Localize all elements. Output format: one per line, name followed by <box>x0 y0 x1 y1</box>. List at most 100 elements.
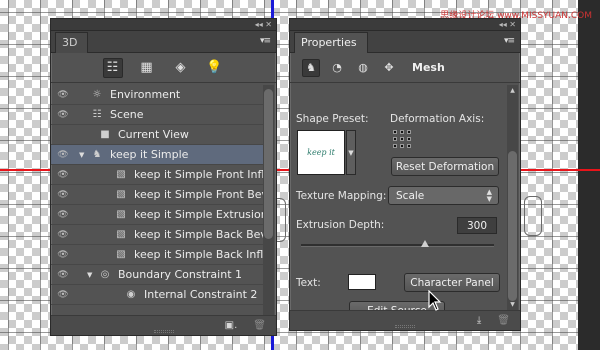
texture-mapping-value: Scale <box>396 189 425 202</box>
scene-item-icon: ▧ <box>116 209 126 220</box>
canvas-shape-outline <box>524 196 542 236</box>
shape-preset-thumbnail[interactable]: keep it <box>297 130 345 175</box>
panel-tabbar: 3D ▾≡ <box>51 31 276 53</box>
deform-mode-icon[interactable]: ◔ <box>328 59 346 77</box>
visibility-eye-icon[interactable]: 👁 <box>51 190 75 200</box>
scene-item-icon: ☷ <box>92 109 102 120</box>
scene-row[interactable]: 👁 ◉ Internal Constraint 2 <box>51 285 263 305</box>
scene-row[interactable]: 👁 ☼ Environment <box>51 85 263 105</box>
expand-triangle-icon[interactable]: ▼ <box>79 151 89 159</box>
collapse-close-controls[interactable]: ◂◂ ✕ <box>499 20 516 29</box>
scene-row[interactable]: 👁 ■ Current View <box>51 125 263 145</box>
material-filter-icon[interactable]: ◈ <box>171 58 191 78</box>
visibility-eye-icon[interactable]: 👁 <box>51 170 75 180</box>
panel-menu-icon[interactable]: ▾≡ <box>260 36 271 46</box>
light-filter-icon[interactable]: 💡 <box>205 58 225 78</box>
scene-filter-icon[interactable]: ☷ <box>102 57 123 78</box>
extrusion-depth-slider[interactable] <box>301 240 494 247</box>
scene-item-icon: ■ <box>100 129 110 140</box>
collapse-close-controls[interactable]: ◂◂ ✕ <box>255 20 272 29</box>
extrusion-depth-label: Extrusion Depth: <box>296 219 385 231</box>
visibility-eye-icon[interactable]: 👁 <box>51 270 75 280</box>
extrusion-depth-input[interactable]: 300 <box>457 217 497 234</box>
scene-row-label: Boundary Constraint 1 <box>118 268 242 281</box>
grid-line <box>8 0 9 350</box>
panel-properties: ◂◂ ✕ Properties ▾≡ ♞ ◔ ◍ ✥ Mesh Shape Pr… <box>289 18 521 331</box>
deformation-axis-widget[interactable] <box>393 130 411 148</box>
scene-item-icon: ▧ <box>116 189 126 200</box>
panel-topbar: ◂◂ ✕ <box>51 19 276 31</box>
coordinates-mode-icon[interactable]: ✥ <box>380 59 398 77</box>
panel-footer: ⤓ 🗑 <box>290 310 520 330</box>
shape-preset-dropdown-arrow-icon[interactable]: ▼ <box>346 130 356 175</box>
properties-mode-toolbar: ♞ ◔ ◍ ✥ Mesh <box>290 53 520 83</box>
deformation-axis-label: Deformation Axis: <box>390 113 485 125</box>
panel-tabbar: Properties ▾≡ <box>290 31 520 53</box>
mesh-properties: Shape Preset: Deformation Axis: keep it … <box>290 85 508 320</box>
visibility-eye-icon[interactable]: 👁 <box>51 290 75 300</box>
render-icon[interactable]: ⤓ <box>477 315 481 326</box>
new-light-icon[interactable]: ▣. <box>225 320 238 331</box>
panel-footer: ▣. 🗑 <box>51 315 276 335</box>
scene-row-label: keep it Simple Back Inflati... <box>134 248 263 261</box>
resize-grip[interactable] <box>153 330 174 333</box>
scene-row[interactable]: 👁 ▼ ◎ Boundary Constraint 1 <box>51 265 263 285</box>
scene-row[interactable]: 👁 ▧ keep it Simple Front Bevel... <box>51 185 263 205</box>
text-color-swatch[interactable] <box>348 274 376 290</box>
scene-row[interactable]: 👁 ▧ keep it Simple Back Bevel ... <box>51 225 263 245</box>
trash-icon[interactable]: 🗑 <box>497 315 510 326</box>
scene-row[interactable]: 👁 ☷ Scene <box>51 105 263 125</box>
filter-toolbar: ☷ ▦ ◈ 💡 <box>51 53 276 83</box>
visibility-eye-icon[interactable]: 👁 <box>51 90 75 100</box>
scene-item-icon: ◎ <box>100 269 110 280</box>
cap-mode-icon[interactable]: ◍ <box>354 59 372 77</box>
reset-deformation-button[interactable]: Reset Deformation <box>391 157 499 176</box>
visibility-eye-icon[interactable]: 👁 <box>51 110 75 120</box>
shape-preset-label: Shape Preset: <box>296 113 369 125</box>
layer-list-scrollbar[interactable] <box>263 85 274 323</box>
canvas-dark-edge <box>578 0 600 350</box>
character-panel-button[interactable]: Character Panel <box>404 273 500 292</box>
mouse-pointer-icon <box>428 290 442 311</box>
mesh-mode-icon[interactable]: ♞ <box>302 58 320 77</box>
scene-row[interactable]: 👁 ▧ keep it Simple Back Inflati... <box>51 245 263 265</box>
mode-title: Mesh <box>412 61 445 74</box>
scene-row-label: Current View <box>118 128 189 141</box>
tab-3d[interactable]: 3D <box>55 32 89 53</box>
scene-row[interactable]: 👁 ▼ ♞ keep it Simple <box>51 145 263 165</box>
scroll-up-icon[interactable]: ▲ <box>508 87 517 94</box>
grid-line <box>552 0 553 350</box>
scene-item-icon: ▧ <box>116 169 126 180</box>
properties-scrollbar[interactable]: ▲ ▼ <box>507 85 518 310</box>
scene-row-label: keep it Simple Front Bevel... <box>134 188 263 201</box>
scene-row[interactable]: 👁 ▧ keep it Simple Front Inflati... <box>51 165 263 185</box>
text-label: Text: <box>296 277 321 289</box>
mesh-filter-icon[interactable]: ▦ <box>137 58 157 78</box>
grid-line <box>40 0 41 350</box>
visibility-eye-icon[interactable]: 👁 <box>51 230 75 240</box>
visibility-eye-icon[interactable]: 👁 <box>51 130 75 140</box>
scrollbar-thumb[interactable] <box>264 89 273 239</box>
trash-icon[interactable]: 🗑 <box>253 320 266 331</box>
scene-row-label: Internal Constraint 2 <box>144 288 258 301</box>
panel-menu-icon[interactable]: ▾≡ <box>504 36 515 46</box>
scene-item-icon: ▧ <box>116 229 126 240</box>
visibility-eye-icon[interactable]: 👁 <box>51 210 75 220</box>
expand-triangle-icon[interactable]: ▼ <box>87 271 97 279</box>
scene-item-icon: ☼ <box>92 89 102 100</box>
resize-grip[interactable] <box>395 325 415 328</box>
texture-mapping-label: Texture Mapping: <box>296 190 387 202</box>
scene-item-icon: ▧ <box>116 249 126 260</box>
visibility-eye-icon[interactable]: 👁 <box>51 250 75 260</box>
scene-item-icon: ♞ <box>92 149 102 160</box>
visibility-eye-icon[interactable]: 👁 <box>51 150 75 160</box>
tab-properties[interactable]: Properties <box>294 32 368 53</box>
slider-knob[interactable] <box>421 240 429 247</box>
scroll-down-icon[interactable]: ▼ <box>508 301 517 308</box>
scene-item-icon: ◉ <box>126 289 136 300</box>
scrollbar-thumb[interactable] <box>508 151 517 301</box>
scene-row[interactable]: 👁 ▧ keep it Simple Extrusion M... <box>51 205 263 225</box>
scene-layer-list: 👁☼Environment👁☷Scene👁■Current View👁▼♞kee… <box>51 85 263 323</box>
scene-row-label: Environment <box>110 88 181 101</box>
texture-mapping-select[interactable]: Scale ▲ ▼ <box>388 186 499 205</box>
